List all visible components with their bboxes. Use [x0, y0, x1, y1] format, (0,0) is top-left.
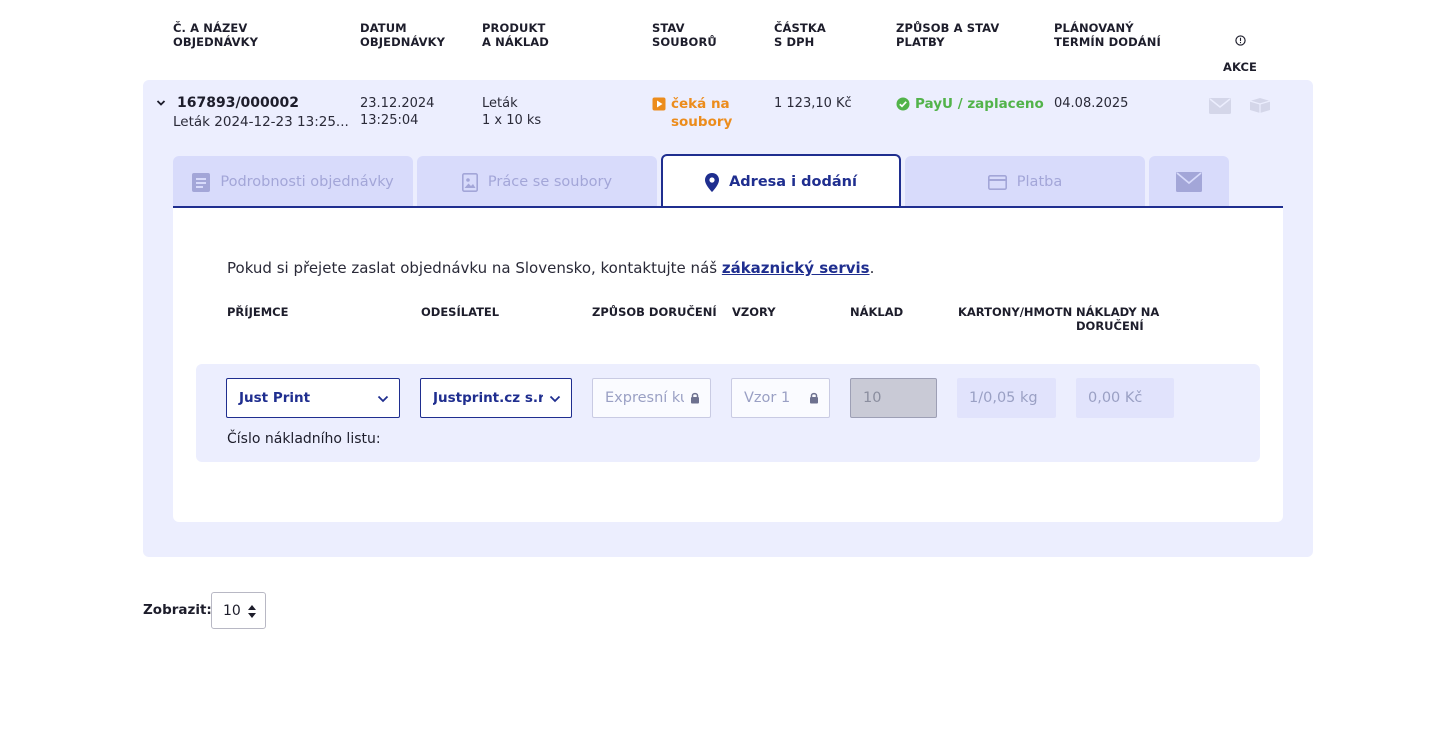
envelope-icon[interactable]	[1209, 98, 1231, 114]
image-icon	[461, 172, 478, 192]
delivery-method-value: Expresní kurýr	[605, 390, 684, 406]
order-product: Leták 1 x 10 ks	[482, 96, 542, 128]
page-size-label: Zobrazit:	[143, 602, 212, 618]
tab-payment-label: Platba	[1016, 174, 1063, 190]
credit-card-icon	[987, 174, 1007, 190]
map-pin-icon	[705, 172, 720, 192]
cost-column-header: NÁKLADY NA DORUČENÍ	[1076, 305, 1160, 333]
tab-files[interactable]: Práce se soubory	[417, 156, 657, 208]
lock-icon	[810, 392, 818, 404]
cartons-weight-value: 1/0,05 kg	[969, 390, 1038, 406]
chevron-down-icon	[377, 395, 389, 403]
payment-status: PayU / zaplaceno	[915, 96, 1044, 112]
page-size-value: 10	[223, 602, 241, 619]
collapse-chevron-icon[interactable]	[156, 98, 166, 108]
recipient-select[interactable]: Just Print	[226, 378, 400, 418]
header-product-column: PRODUKT A NÁKLAD	[482, 21, 549, 49]
package-icon[interactable]	[1249, 97, 1271, 114]
tab-files-label: Práce se soubory	[487, 174, 613, 190]
quantity-column-header: NÁKLAD	[850, 305, 904, 319]
lock-icon	[691, 392, 699, 404]
tab-order-details[interactable]: Podrobnosti objednávky	[173, 156, 413, 208]
tab-address-delivery-label: Adresa i dodání	[729, 174, 857, 190]
sender-select[interactable]: Justprint.cz s.r.o.,	[420, 378, 572, 418]
info-icon	[1234, 35, 1246, 46]
sender-column-header: ODESÍLATEL	[421, 305, 500, 319]
header-actions-column: AKCE	[1218, 21, 1262, 74]
header-payment-column: ZPŮSOB A STAV PLATBY	[896, 21, 1000, 49]
cartons-column-header: KARTONY/HMOTN	[958, 305, 1073, 319]
delivery-cost-field: 0,00 Kč	[1076, 378, 1174, 418]
delivery-cost-value: 0,00 Kč	[1088, 390, 1143, 406]
order-name: Leták 2024-12-23 13:25...	[173, 114, 349, 130]
envelope-icon	[1176, 172, 1202, 192]
header-files-column: STAV SOUBORŮ	[652, 21, 717, 49]
file-status: čeká na soubory	[671, 96, 733, 130]
sort-arrows-icon	[248, 605, 256, 618]
samples-field: Vzor 1	[731, 378, 830, 418]
delivery-date: 04.08.2025	[1054, 96, 1129, 111]
page-size-select[interactable]: 10	[211, 592, 266, 629]
header-order-column: Č. A NÁZEV OBJEDNÁVKY	[173, 21, 259, 49]
quantity-value: 10	[863, 390, 882, 406]
document-icon	[192, 172, 211, 192]
tab-messages[interactable]	[1149, 156, 1229, 208]
header-delivery-column: PLÁNOVANÝ TERMÍN DODÁNÍ	[1054, 21, 1161, 49]
check-circle-icon	[896, 97, 910, 111]
customer-service-link[interactable]: zákaznický servis	[722, 259, 870, 277]
notice-end: .	[869, 259, 875, 277]
recipient-value: Just Print	[239, 390, 311, 406]
header-date-column: DATUM OBJEDNÁVKY	[360, 21, 446, 49]
tab-order-details-label: Podrobnosti objednávky	[220, 174, 394, 190]
order-amount: 1 123,10 Kč	[774, 96, 852, 111]
order-number[interactable]: 167893/000002	[177, 95, 299, 111]
tab-address-delivery[interactable]: Adresa i dodání	[661, 154, 901, 208]
tab-payment[interactable]: Platba	[905, 156, 1145, 208]
order-date: 23.12.2024 13:25:04	[360, 96, 435, 128]
notice-text: Pokud si přejete zaslat objednávku na Sl…	[227, 259, 722, 277]
header-amount-column: ČÁSTKA S DPH	[774, 21, 826, 49]
waybill-label: Číslo nákladního listu:	[227, 431, 381, 447]
chevron-down-icon	[549, 395, 561, 403]
method-column-header: ZPŮSOB DORUČENÍ	[592, 305, 717, 319]
recipient-column-header: PŘÍJEMCE	[227, 305, 289, 319]
samples-column-header: VZORY	[732, 305, 776, 319]
sender-value: Justprint.cz s.r.o.,	[433, 390, 543, 406]
header-actions-label: AKCE	[1223, 60, 1257, 74]
play-status-icon	[652, 97, 666, 111]
cartons-weight-field: 1/0,05 kg	[957, 378, 1056, 418]
slovakia-notice: Pokud si přejete zaslat objednávku na Sl…	[227, 259, 874, 277]
delivery-method-field: Expresní kurýr	[592, 378, 711, 418]
samples-value: Vzor 1	[744, 390, 791, 406]
quantity-field: 10	[850, 378, 937, 418]
